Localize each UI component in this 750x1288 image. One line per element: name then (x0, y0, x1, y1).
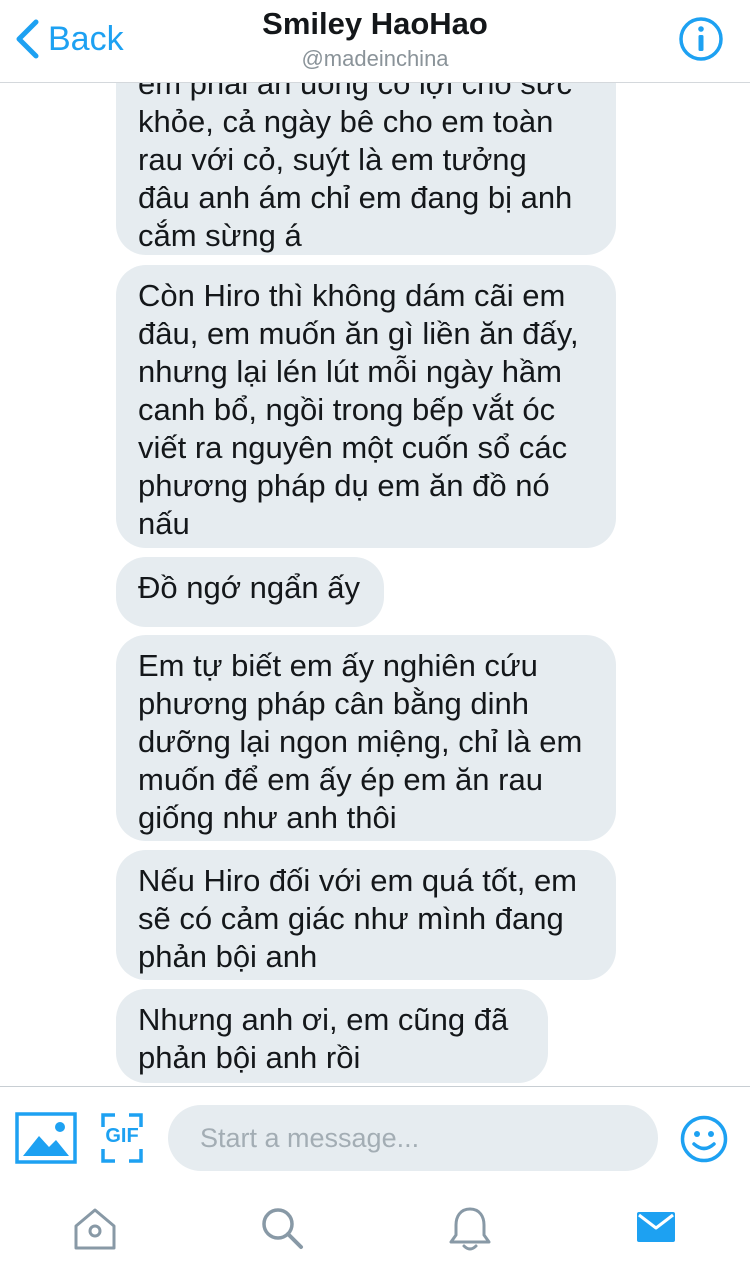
title-block: Smiley HaoHao @madeinchina (0, 6, 750, 74)
emoji-icon[interactable] (679, 1114, 729, 1164)
message-bubble: Còn Hiro thì không dám cãi em đâu, em mu… (116, 265, 616, 548)
message-bubble: Em tự biết em ấy nghiên cứu phương pháp … (116, 635, 616, 841)
messages-icon[interactable] (636, 1207, 676, 1247)
notifications-icon[interactable] (447, 1205, 493, 1253)
tab-bar (0, 1190, 750, 1288)
message-composer: GIF (0, 1086, 750, 1191)
gif-button[interactable]: GIF (101, 1113, 143, 1163)
message-input[interactable] (168, 1105, 658, 1171)
conversation-title: Smiley HaoHao (262, 6, 488, 41)
conversation-handle: @madeinchina (301, 46, 449, 71)
home-icon[interactable] (72, 1206, 118, 1252)
photo-icon[interactable] (15, 1112, 77, 1164)
search-icon[interactable] (259, 1205, 305, 1251)
conversation-header: Back Smiley HaoHao @madeinchina (0, 0, 750, 83)
message-bubble: Nhưng anh ơi, em cũng đã phản bội anh rồ… (116, 989, 548, 1083)
message-thread[interactable]: em phải ăn uống có lợi cho sức khỏe, cả … (0, 83, 750, 1086)
message-bubble: em phải ăn uống có lợi cho sức khỏe, cả … (116, 83, 616, 255)
message-bubble: Đồ ngớ ngẩn ấy (116, 557, 384, 627)
info-icon[interactable] (678, 16, 724, 62)
gif-label: GIF (105, 1125, 139, 1147)
message-bubble: Nếu Hiro đối với em quá tốt, em sẽ có cả… (116, 850, 616, 980)
